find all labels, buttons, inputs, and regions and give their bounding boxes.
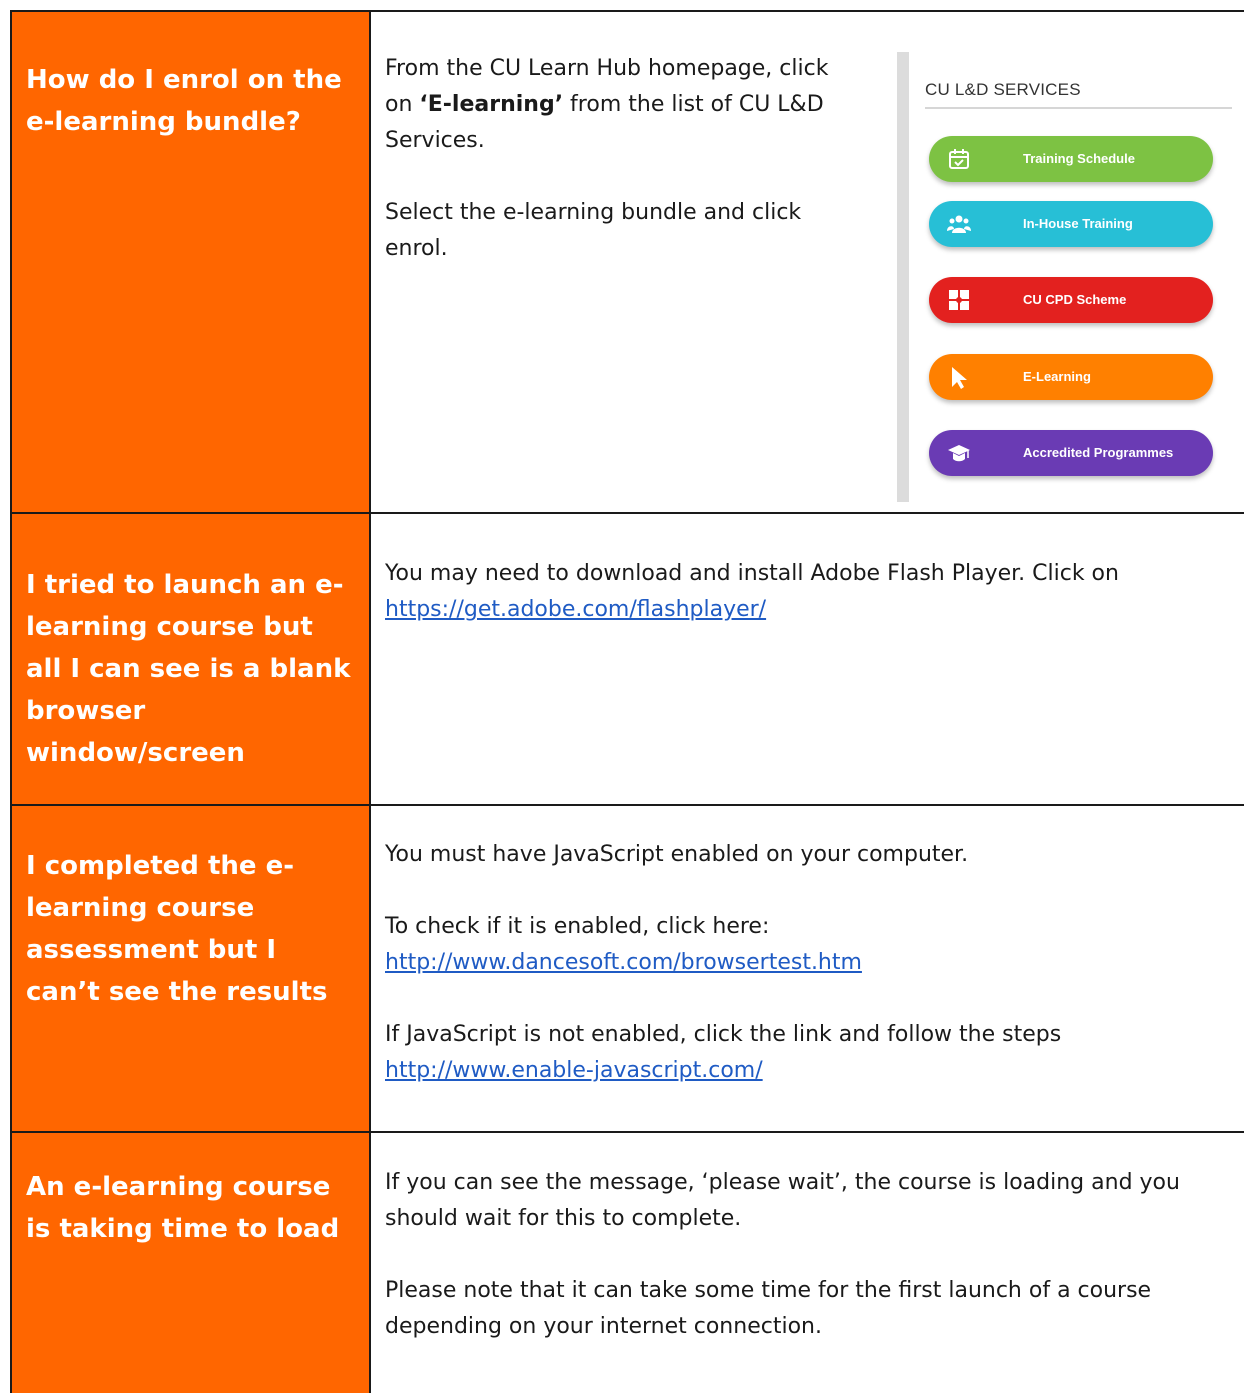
button-label: In-House Training — [1023, 216, 1133, 231]
answer-cell: You must have JavaScript enabled on your… — [369, 804, 1244, 1133]
answer-paragraph: You may need to download and install Ado… — [385, 556, 1236, 628]
answer-text-span: If JavaScript is not enabled, click the … — [385, 1022, 1062, 1047]
answer-paragraph: From the CU Learn Hub homepage, click on… — [385, 51, 855, 159]
e-learning-button[interactable]: E-Learning — [929, 354, 1213, 400]
question-text: I tried to launch an e-learning course b… — [26, 570, 351, 768]
answer-cell: You may need to download and install Ado… — [369, 512, 1244, 806]
flash-player-link[interactable]: https://get.adobe.com/flashplayer/ — [385, 597, 766, 622]
accredited-programmes-button[interactable]: Accredited Programmes — [929, 430, 1213, 476]
answer-paragraph: Please note that it can take some time f… — [385, 1278, 1152, 1339]
answer-bold-term: ‘E-learning’ — [419, 92, 564, 117]
answer-text: From the CU Learn Hub homepage, click on… — [371, 12, 869, 267]
divider — [925, 107, 1232, 109]
people-group-icon — [947, 215, 971, 233]
answer-text-span: You may need to download and install Ado… — [385, 561, 1119, 586]
answer-text: You may need to download and install Ado… — [371, 514, 1244, 628]
answer-text: If you can see the message, ‘please wait… — [371, 1133, 1244, 1345]
cu-cpd-scheme-button[interactable]: CU CPD Scheme — [929, 277, 1213, 323]
button-label: Training Schedule — [1023, 151, 1135, 166]
question-cell: I completed the e-learning course assess… — [10, 804, 371, 1133]
training-schedule-button[interactable]: Training Schedule — [929, 136, 1213, 182]
faq-row: I tried to launch an e-learning course b… — [10, 512, 1244, 806]
answer-paragraph: You must have JavaScript enabled on your… — [385, 842, 969, 867]
question-cell: An e-learning course is taking time to l… — [10, 1131, 371, 1393]
services-card: CU L&D SERVICES Training Schedule In-Hou… — [909, 52, 1244, 502]
browsertest-link[interactable]: http://www.dancesoft.com/browsertest.htm — [385, 950, 862, 975]
question-cell: I tried to launch an e-learning course b… — [10, 512, 371, 806]
question-text: How do I enrol on the e-learning bundle? — [26, 65, 342, 137]
answer-paragraph: Select the e-learning bundle and click e… — [385, 200, 802, 261]
puzzle-icon — [949, 290, 969, 310]
cursor-pointer-icon — [952, 367, 967, 389]
answer-paragraph: If you can see the message, ‘please wait… — [385, 1170, 1180, 1231]
question-text: An e-learning course is taking time to l… — [26, 1172, 340, 1244]
answer-text-span: To check if it is enabled, click here: — [385, 914, 770, 939]
graduation-cap-icon — [948, 445, 970, 462]
faq-row: I completed the e-learning course assess… — [10, 804, 1244, 1133]
answer-paragraph: If JavaScript is not enabled, click the … — [385, 1017, 1236, 1089]
question-text: I completed the e-learning course assess… — [26, 851, 328, 1007]
answer-paragraph: To check if it is enabled, click here: h… — [385, 909, 1236, 981]
faq-row: An e-learning course is taking time to l… — [10, 1131, 1244, 1393]
button-label: E-Learning — [1023, 369, 1091, 384]
calendar-check-icon — [949, 149, 969, 169]
services-screenshot: CU L&D SERVICES Training Schedule In-Hou… — [897, 52, 1244, 502]
button-label: CU CPD Scheme — [1023, 292, 1127, 307]
enable-javascript-link[interactable]: http://www.enable-javascript.com/ — [385, 1058, 763, 1083]
answer-cell: If you can see the message, ‘please wait… — [369, 1131, 1244, 1393]
services-title: CU L&D SERVICES — [925, 80, 1081, 99]
answer-text: You must have JavaScript enabled on your… — [371, 806, 1244, 1089]
button-label: Accredited Programmes — [1023, 445, 1174, 460]
question-cell: How do I enrol on the e-learning bundle? — [10, 10, 371, 514]
in-house-training-button[interactable]: In-House Training — [929, 201, 1213, 247]
